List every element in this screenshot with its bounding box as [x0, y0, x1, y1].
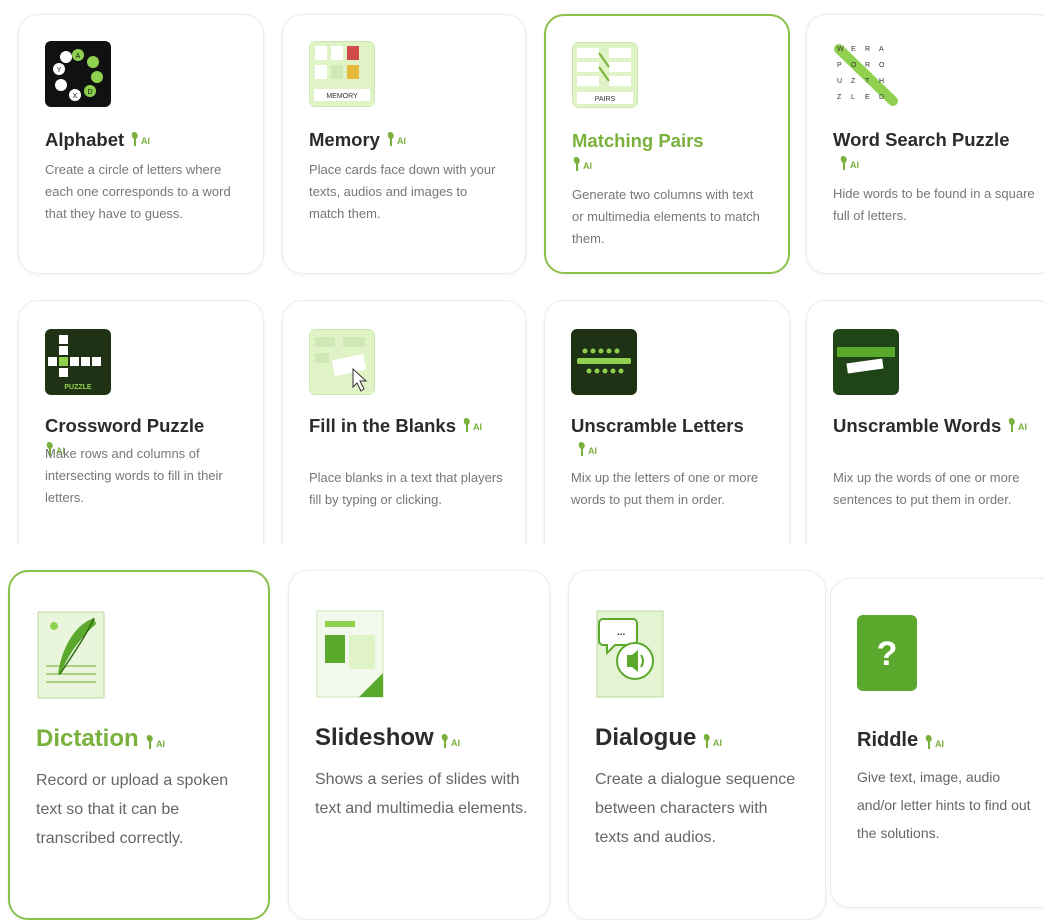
svg-text:U: U — [837, 78, 842, 85]
activity-card-unscramble-letters[interactable]: Unscramble Letters AI Mix up the letters … — [544, 300, 790, 560]
ai-badge-icon: AI — [924, 730, 950, 749]
svg-text:Y: Y — [57, 67, 62, 74]
slideshow-icon — [315, 609, 385, 699]
svg-text:PAIRS: PAIRS — [595, 96, 616, 103]
card-description: Place blanks in a text that players fill… — [309, 470, 503, 507]
svg-text:AI: AI — [713, 738, 722, 748]
svg-text:X: X — [73, 93, 78, 100]
svg-text:AI: AI — [850, 160, 859, 170]
card-description: Give text, image, audio and/or letter hi… — [857, 769, 1031, 841]
card-description: Hide words to be found in a square full … — [833, 186, 1035, 223]
card-title: Alphabet AI — [45, 128, 245, 152]
ai-badge-icon: AI — [440, 728, 466, 748]
unscramble-words-icon — [833, 329, 899, 395]
matching-pairs-icon: PAIRS — [572, 42, 638, 108]
activity-card-matching-pairs[interactable]: PAIRS Matching Pairs AI Generate two colu… — [544, 14, 790, 274]
svg-text:H: H — [879, 78, 884, 85]
svg-text:T: T — [865, 78, 870, 85]
svg-text:PUZZLE: PUZZLE — [64, 384, 92, 391]
activity-card-unscramble-words[interactable]: Unscramble Words AI Mix up the words of o… — [806, 300, 1045, 560]
svg-text:L: L — [851, 94, 855, 101]
card-description: Make rows and columns of intersecting wo… — [45, 446, 223, 505]
ai-badge-icon: AI — [577, 440, 603, 458]
ai-badge-icon: AI — [145, 729, 171, 749]
alphabet-icon: A Y X D — [45, 41, 111, 107]
card-title: Word Search Puzzle AI — [833, 129, 1010, 172]
svg-text:AI: AI — [583, 161, 592, 171]
activity-card-dialogue[interactable]: ... Dialogue AI Create a dialogue sequenc… — [568, 570, 826, 920]
svg-text:AI: AI — [473, 422, 482, 432]
svg-text:W: W — [837, 46, 844, 53]
svg-text:O: O — [879, 62, 885, 69]
crossword-icon: PUZZLE — [45, 329, 111, 395]
card-title: Unscramble Words AI — [833, 414, 1037, 438]
card-title: Riddle AI — [857, 725, 1043, 755]
svg-text:A: A — [76, 53, 81, 60]
card-description: Place cards face down with your texts, a… — [309, 162, 496, 221]
activity-card-memory[interactable]: MEMORY Memory AI Place cards face down wi… — [282, 14, 526, 274]
svg-text:R: R — [865, 62, 870, 69]
svg-text:AI: AI — [588, 446, 597, 456]
quill-icon — [36, 610, 106, 700]
activity-card-dictation[interactable]: Dictation AI Record or upload a spoken te… — [8, 570, 270, 920]
word-search-icon: WERA PORO UZTH ZLED — [833, 41, 899, 107]
card-description: Record or upload a spoken text so that i… — [36, 772, 229, 847]
svg-text:AI: AI — [156, 739, 165, 749]
card-title: Dictation AI — [36, 724, 250, 754]
activity-card-fill-blanks[interactable]: Fill in the Blanks AI Place blanks in a t… — [282, 300, 526, 560]
dialogue-icon: ... — [595, 609, 665, 699]
svg-text:MEMORY: MEMORY — [326, 93, 358, 100]
svg-text:AI: AI — [935, 739, 944, 749]
riddle-icon: ? — [857, 615, 917, 691]
ai-badge-icon: AI — [386, 130, 412, 148]
svg-text:P: P — [837, 62, 842, 69]
card-description: Generate two columns with text or multim… — [572, 187, 760, 246]
card-title: Fill in the Blanks AI — [309, 414, 507, 438]
activity-card-slideshow[interactable]: Slideshow AI Shows a series of slides wit… — [288, 570, 550, 920]
svg-text:Z: Z — [851, 78, 856, 85]
svg-text:AI: AI — [1018, 422, 1027, 432]
unscramble-letters-icon — [571, 329, 637, 395]
card-title: Matching Pairs AI — [572, 130, 704, 173]
svg-text:R: R — [865, 46, 870, 53]
ai-badge-icon: AI — [839, 154, 865, 172]
ai-badge-icon: AI — [130, 130, 156, 148]
svg-text:Z: Z — [837, 94, 842, 101]
card-title: Memory AI — [309, 128, 507, 152]
svg-text:D: D — [879, 94, 884, 101]
svg-text:O: O — [851, 62, 857, 69]
activity-card-alphabet[interactable]: A Y X D Alphabet AI Create a circle of le… — [18, 14, 264, 274]
card-title: Dialogue AI — [595, 723, 807, 753]
card-description: Mix up the words of one or more sentence… — [833, 470, 1020, 507]
card-description: Mix up the letters of one or more words … — [571, 470, 759, 507]
svg-text:E: E — [865, 94, 870, 101]
activity-card-word-search[interactable]: WERA PORO UZTH ZLED Word Search Puzzle AI… — [806, 14, 1045, 274]
svg-text:D: D — [87, 89, 92, 96]
card-description: Shows a series of slides with text and m… — [315, 771, 528, 817]
card-description: Create a dialogue sequence between chara… — [595, 771, 796, 846]
card-title: Unscramble Letters AI — [571, 415, 744, 458]
svg-text:?: ? — [877, 635, 898, 673]
ai-badge-icon: AI — [572, 155, 598, 173]
memory-icon: MEMORY — [309, 41, 375, 107]
svg-text:...: ... — [617, 627, 626, 638]
activity-card-riddle[interactable]: ? Riddle AI Give text, image, audio and/o… — [830, 578, 1045, 908]
card-title: Slideshow AI — [315, 723, 531, 753]
ai-badge-icon: AI — [462, 416, 488, 434]
card-description: Create a circle of letters where each on… — [45, 162, 231, 221]
svg-text:E: E — [851, 46, 856, 53]
svg-text:A: A — [879, 46, 884, 53]
ai-badge-icon: AI — [1007, 416, 1033, 434]
divider-band — [0, 545, 1045, 569]
svg-text:AI: AI — [141, 136, 150, 146]
svg-text:AI: AI — [397, 136, 406, 146]
activity-card-crossword[interactable]: PUZZLE Crossword Puzzle AI Make rows and … — [18, 300, 264, 560]
ai-badge-icon: AI — [702, 728, 728, 748]
fill-blanks-icon — [309, 329, 375, 395]
svg-text:AI: AI — [451, 738, 460, 748]
